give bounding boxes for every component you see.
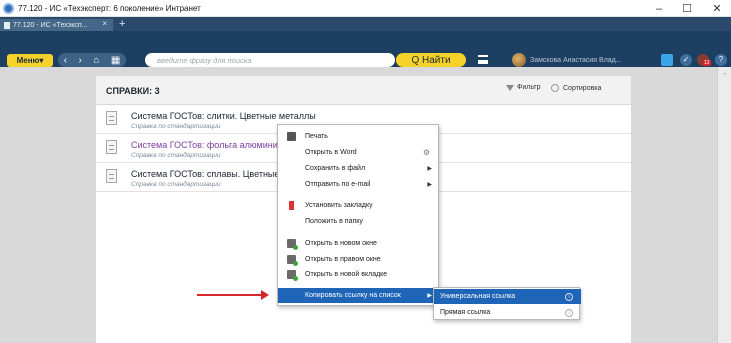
window-titlebar: 77.120 - ИС «Техэксперт: 6 поколение» Ин…	[0, 0, 731, 17]
bookmark-icon	[289, 201, 294, 210]
menu-item-label: Сохранить в файл	[305, 165, 366, 172]
document-subtitle: Справка по стандартизации	[131, 123, 221, 130]
document-subtitle: Справка по стандартизации	[131, 152, 221, 159]
submenu-arrow-icon: ▶	[427, 166, 432, 172]
menu-item-open-new-tab[interactable]: Открыть в новой вкладке	[278, 267, 440, 282]
gear-icon[interactable]: ⚙	[423, 148, 430, 157]
menu-item-label: Открыть в Word	[305, 149, 357, 156]
app-logo-icon	[3, 2, 14, 14]
new-window-icon	[287, 239, 298, 250]
menu-item-label: Открыть в новом окне	[305, 240, 377, 247]
close-window-button[interactable]: ✕	[703, 0, 731, 17]
submenu-item-direct-link[interactable]: Прямая ссылка i	[434, 305, 581, 320]
menu-item-label: Положить в папку	[305, 218, 363, 225]
forward-icon[interactable]: ›	[79, 55, 82, 66]
menu-item-label: Копировать ссылку на список	[305, 292, 401, 299]
sort-label: Сортировка	[563, 84, 602, 92]
right-window-icon	[287, 255, 298, 266]
info-icon[interactable]: i	[565, 292, 573, 301]
user-profile[interactable]: Замскова Анастасия Влад...	[512, 53, 622, 67]
avatar	[512, 53, 526, 67]
hamburger-menu-icon[interactable]	[478, 55, 488, 64]
tab-bar: 77.120 - ИС «Техэксп... × +	[0, 17, 731, 31]
filter-label: Фильтр	[517, 84, 541, 91]
menu-item-label: Открыть в новой вкладке	[305, 271, 388, 278]
document-icon	[106, 169, 117, 183]
submenu-item-universal-link[interactable]: Универсальная ссылка i	[434, 289, 581, 304]
home-icon[interactable]: ⌂	[93, 55, 99, 66]
document-tab-icon	[4, 21, 10, 29]
context-menu: Печать Открыть в Word ⚙ Сохранить в файл…	[277, 124, 440, 306]
sort-icon	[551, 84, 559, 92]
menu-item-label: Отправить по e-mail	[305, 181, 371, 188]
filter-button[interactable]: Фильтр	[506, 84, 541, 91]
panel-header: СПРАВКИ: 3 Фильтр Сортировка	[96, 76, 631, 105]
tab-close-button[interactable]: ×	[102, 19, 107, 28]
page-title: СПРАВКИ: 3	[106, 86, 160, 96]
tab-label: 77.120 - ИС «Техэксп...	[13, 21, 88, 29]
submenu-arrow-icon: ▶	[427, 293, 432, 299]
document-title[interactable]: Система ГОСТов: сплавы. Цветные	[131, 169, 279, 179]
navigation-group: ‹ › ⌂ ▦	[58, 53, 126, 67]
find-button[interactable]: Q Найти	[396, 53, 466, 67]
menu-button[interactable]: Меню▾	[7, 54, 53, 67]
folder-icon[interactable]	[661, 54, 673, 66]
menu-item-open-new-window[interactable]: Открыть в новом окне	[278, 236, 440, 251]
menu-item-label: Печать	[305, 133, 328, 140]
info-icon[interactable]: i	[565, 308, 573, 317]
check-icon[interactable]: ✓	[680, 54, 692, 66]
new-tab-icon	[287, 270, 298, 281]
menu-item-set-bookmark[interactable]: Установить закладку	[278, 198, 440, 213]
red-annotation-arrow	[197, 290, 269, 300]
menu-item-open-word[interactable]: Открыть в Word ⚙	[278, 145, 440, 160]
document-subtitle: Справка по стандартизации	[131, 181, 221, 188]
tab-main[interactable]: 77.120 - ИС «Техэксп... ×	[0, 19, 113, 31]
search-input[interactable]: введите фразу для поиска	[145, 53, 395, 67]
scrollbar[interactable]	[717, 67, 731, 343]
minimize-button[interactable]: –	[645, 0, 673, 17]
document-icon	[106, 111, 117, 125]
menu-item-label: Открыть в правом окне	[305, 256, 381, 263]
menu-item-print[interactable]: Печать	[278, 129, 440, 144]
menu-item-label: Установить закладку	[305, 202, 373, 209]
new-tab-button[interactable]: +	[119, 18, 125, 30]
scroll-up-icon[interactable]: ⌃	[722, 72, 728, 80]
window-title: 77.120 - ИС «Техэксперт: 6 поколение» Ин…	[18, 3, 201, 13]
submenu-item-label: Прямая ссылка	[440, 309, 491, 316]
document-icon	[106, 140, 117, 154]
document-title[interactable]: Система ГОСТов: фольга алюминие	[131, 140, 283, 150]
help-icon[interactable]: ?	[715, 54, 727, 66]
notification-badge: 12	[703, 60, 711, 66]
submenu-item-label: Универсальная ссылка	[440, 293, 516, 300]
menu-item-open-right-window[interactable]: Открыть в правом окне	[278, 252, 440, 267]
sort-button[interactable]: Сортировка	[551, 84, 601, 92]
submenu-arrow-icon: ▶	[427, 182, 432, 188]
menu-item-copy-link[interactable]: Копировать ссылку на список ▶	[278, 288, 440, 303]
document-title[interactable]: Система ГОСТов: слитки. Цветные металлы	[131, 111, 316, 121]
user-name: Замскова Анастасия Влад...	[530, 56, 622, 64]
menu-item-save-file[interactable]: Сохранить в файл ▶	[278, 161, 440, 176]
grid-icon[interactable]: ▦	[111, 55, 120, 66]
copy-link-submenu: Универсальная ссылка i Прямая ссылка i	[433, 287, 581, 320]
printer-icon	[287, 132, 296, 141]
maximize-button[interactable]: ☐	[673, 0, 701, 17]
back-icon[interactable]: ‹	[64, 55, 67, 66]
funnel-icon	[506, 84, 514, 91]
menu-item-put-in-folder[interactable]: Положить в папку	[278, 214, 440, 229]
menu-item-send-email[interactable]: Отправить по e-mail ▶	[278, 177, 440, 192]
